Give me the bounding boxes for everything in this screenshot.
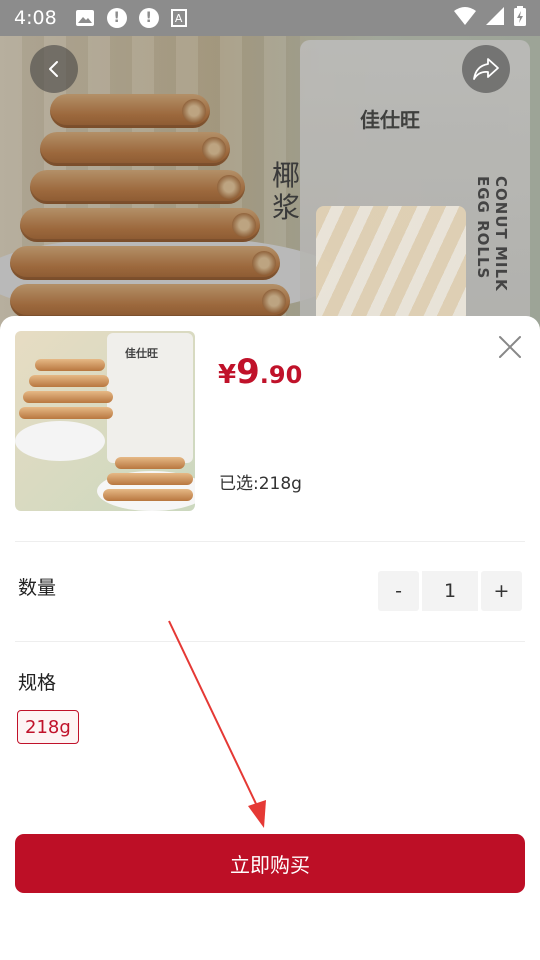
egg-roll <box>115 457 185 469</box>
status-time: 4:08 <box>14 7 57 29</box>
back-button[interactable] <box>30 45 78 93</box>
egg-roll <box>29 375 109 387</box>
product-thumbnail: 佳仕旺 <box>15 331 195 511</box>
package-window <box>316 206 466 326</box>
thumbnail-package: 佳仕旺 <box>107 333 193 463</box>
system-icons <box>454 5 526 31</box>
thumbnail-plate <box>15 421 105 461</box>
quantity-stepper: - 1 + <box>378 571 522 611</box>
a-icon: A <box>170 9 187 27</box>
wifi-icon <box>454 6 476 30</box>
notification-icons: ! ! A <box>75 8 187 28</box>
quantity-increase-button[interactable]: + <box>481 571 522 611</box>
price-integer: 9 <box>236 352 260 392</box>
chevron-left-icon <box>49 61 58 77</box>
price-decimal: .90 <box>259 361 303 389</box>
signal-icon <box>486 6 504 30</box>
share-icon <box>473 58 499 80</box>
close-icon <box>499 336 521 358</box>
alert-icon: ! <box>138 8 159 28</box>
selected-spec-text: 已选:218g <box>219 474 302 494</box>
divider <box>15 541 525 542</box>
sku-bottom-sheet: 佳仕旺 ¥9.90 已选:218g 数量 - 1 + 规格 218g 立即购买 <box>0 316 540 960</box>
divider <box>15 641 525 642</box>
product-hero-image: 佳仕旺 椰浆 CONUT MILK EGG ROLLS <box>0 36 540 336</box>
egg-roll <box>35 359 105 371</box>
price-currency: ¥ <box>218 360 237 390</box>
share-button[interactable] <box>462 45 510 93</box>
close-button[interactable] <box>496 333 524 361</box>
buy-now-button[interactable]: 立即购买 <box>15 834 525 893</box>
quantity-decrease-button[interactable]: - <box>378 571 419 611</box>
alert-icon: ! <box>106 8 127 28</box>
package-side-text: CONUT MILK EGG ROLLS <box>474 176 510 292</box>
battery-icon <box>514 5 526 31</box>
egg-roll <box>19 407 113 419</box>
egg-roll <box>107 473 193 485</box>
product-price: ¥9.90 <box>218 352 302 392</box>
image-icon <box>75 8 95 28</box>
status-bar: 4:08 ! ! A <box>0 0 540 36</box>
thumbnail-brand: 佳仕旺 <box>125 347 158 360</box>
spec-label: 规格 <box>18 672 57 694</box>
spec-option-218g[interactable]: 218g <box>17 710 79 744</box>
quantity-label: 数量 <box>18 577 57 599</box>
quantity-value[interactable]: 1 <box>422 571 478 611</box>
egg-roll <box>23 391 113 403</box>
egg-roll <box>103 489 193 501</box>
package-vertical-text: 椰浆 <box>272 159 301 224</box>
